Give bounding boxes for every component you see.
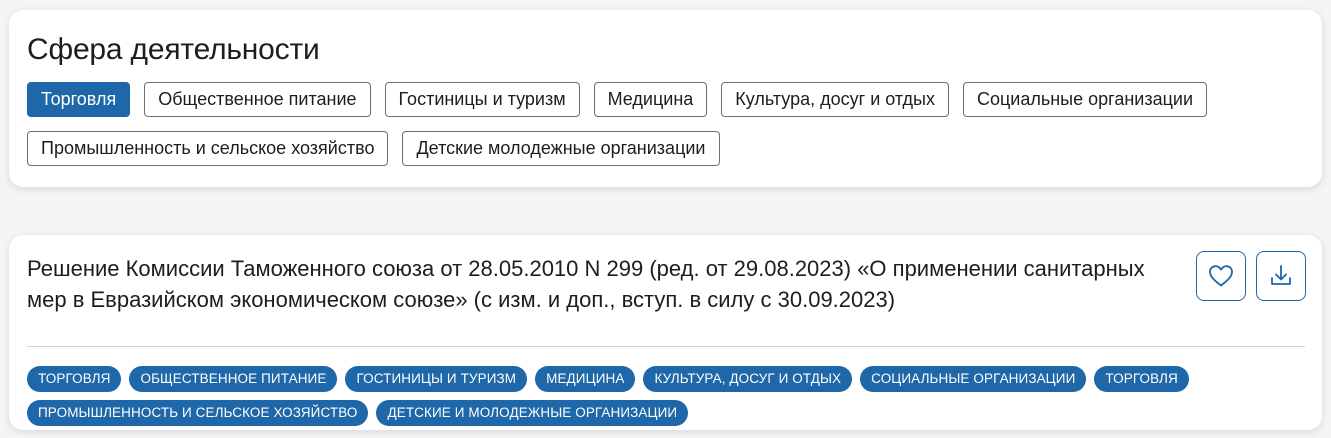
chip-youth-organizations[interactable]: Детские молодежные организации: [402, 131, 720, 166]
tag[interactable]: МЕДИЦИНА: [535, 366, 636, 392]
chip-hotels-tourism[interactable]: Гостиницы и туризм: [384, 82, 580, 117]
document-tags: ТОРГОВЛЯ ОБЩЕСТВЕННОЕ ПИТАНИЕ ГОСТИНИЦЫ …: [27, 366, 1307, 426]
download-button[interactable]: [1256, 251, 1306, 301]
chip-trade[interactable]: Торговля: [27, 82, 131, 117]
document-card: Решение Комиссии Таможенного союза от 28…: [9, 235, 1322, 430]
activity-filter-card: Сфера деятельности Торговля Общественное…: [9, 10, 1322, 187]
tag[interactable]: ТОРГОВЛЯ: [27, 366, 122, 392]
filter-title: Сфера деятельности: [27, 33, 320, 66]
tag[interactable]: ТОРГОВЛЯ: [1094, 366, 1189, 392]
chip-culture-leisure[interactable]: Культура, досуг и отдых: [721, 82, 949, 117]
document-title[interactable]: Решение Комиссии Таможенного союза от 28…: [27, 253, 1147, 315]
tag[interactable]: ДЕТСКИЕ И МОЛОДЕЖНЫЕ ОРГАНИЗАЦИИ: [376, 400, 689, 426]
chip-industry-agriculture[interactable]: Промышленность и сельское хозяйство: [27, 131, 389, 166]
chip-catering[interactable]: Общественное питание: [144, 82, 371, 117]
chip-social-organizations[interactable]: Социальные организации: [962, 82, 1208, 117]
download-icon: [1271, 265, 1291, 285]
divider: [27, 346, 1305, 347]
filter-chips: Торговля Общественное питание Гостиницы …: [27, 82, 1307, 166]
tag[interactable]: ГОСТИНИЦЫ И ТУРИЗМ: [345, 366, 528, 392]
tag[interactable]: ОБЩЕСТВЕННОЕ ПИТАНИЕ: [129, 366, 338, 392]
document-actions: [1196, 251, 1306, 301]
tag[interactable]: СОЦИАЛЬНЫЕ ОРГАНИЗАЦИИ: [860, 366, 1087, 392]
tag[interactable]: КУЛЬТУРА, ДОСУГ И ОТДЫХ: [643, 366, 853, 392]
favorite-button[interactable]: [1196, 251, 1246, 301]
heart-icon: [1209, 265, 1233, 287]
chip-medicine[interactable]: Медицина: [593, 82, 708, 117]
tag[interactable]: ПРОМЫШЛЕННОСТЬ И СЕЛЬСКОЕ ХОЗЯЙСТВО: [27, 400, 369, 426]
